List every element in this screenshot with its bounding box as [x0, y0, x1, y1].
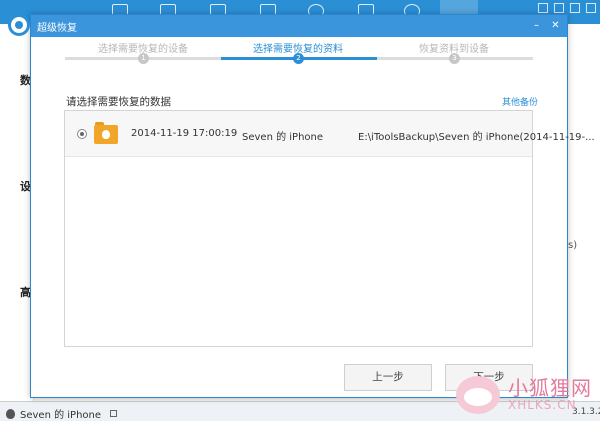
eject-icon[interactable] [110, 410, 118, 417]
prev-step-button[interactable]: 上一步 [344, 364, 432, 391]
dialog-minimize-button[interactable]: – [531, 20, 542, 31]
app-menu-icon[interactable] [554, 3, 564, 13]
backup-path: E:\iToolsBackup\Seven 的 iPhone(2014-11-1… [358, 132, 595, 143]
status-device-name: Seven 的 iPhone [20, 410, 102, 421]
status-device[interactable]: Seven 的 iPhone [6, 406, 118, 421]
dialog-title: 超级恢复 [37, 23, 77, 34]
fox-logo-icon [456, 376, 500, 414]
backup-date: 2014-11-19 17:00:19 [131, 128, 238, 139]
backup-radio[interactable] [77, 129, 87, 139]
apple-icon [6, 408, 15, 419]
step-1-dot: 1 [138, 53, 149, 64]
step-2-dot: 2 [293, 53, 304, 64]
watermark-text: 小狐狸网 [508, 376, 592, 400]
dialog-window-controls: – ✕ [531, 20, 561, 31]
dialog-titlebar: 超级恢复 – ✕ [31, 15, 567, 37]
watermark-sub: XHLKS.CN [508, 398, 577, 412]
app-logo-icon [8, 14, 30, 36]
watermark: 小狐狸网 XHLKS.CN [456, 370, 600, 418]
app-minimize-icon[interactable] [570, 3, 580, 13]
app-window-controls [538, 3, 596, 13]
dialog-close-button[interactable]: ✕ [550, 20, 561, 31]
other-backup-link[interactable]: 其他备份 [502, 95, 538, 108]
app-skin-icon[interactable] [538, 3, 548, 13]
app-close-icon[interactable] [586, 3, 596, 13]
right-panel-fragment: s) [568, 240, 578, 251]
backup-device: Seven 的 iPhone [242, 132, 324, 143]
backup-row[interactable]: 2014-11-19 17:00:19 Seven 的 iPhone E:\iT… [65, 111, 595, 157]
section-title: 请选择需要恢复的数据 [66, 96, 171, 108]
backup-folder-icon [94, 122, 118, 144]
backup-list: 2014-11-19 17:00:19 Seven 的 iPhone E:\iT… [64, 110, 595, 347]
step-3-dot: 3 [449, 53, 460, 64]
app-right-panel [568, 24, 600, 404]
